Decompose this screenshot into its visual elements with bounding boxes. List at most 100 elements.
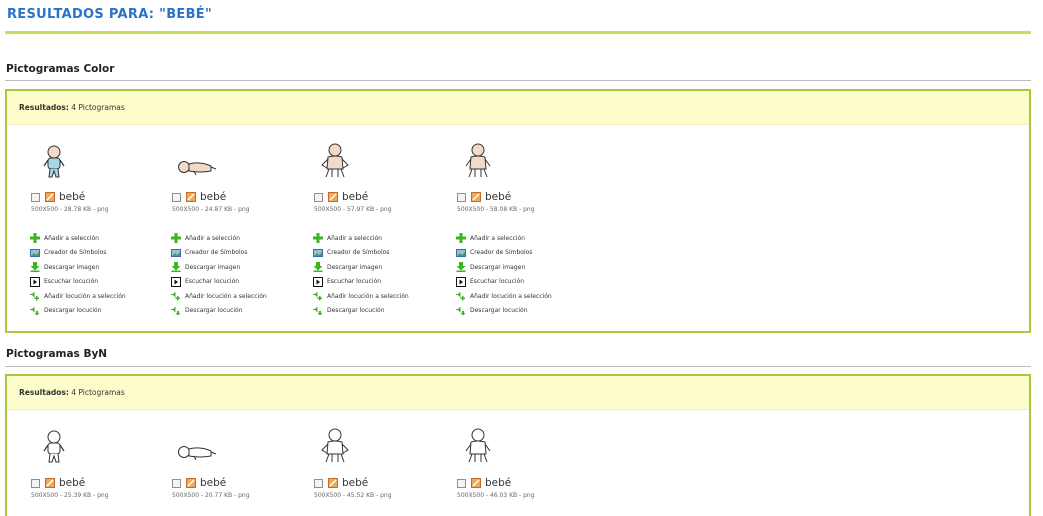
action-symbol-creator[interactable]: Creador de Símbolos	[30, 246, 126, 261]
pictogram-card: bebé 500X500 - 28.78 KB - png Añadir a s…	[30, 145, 171, 325]
section-divider	[5, 80, 1031, 81]
pictogram-meta: 500X500 - 25.39 KB - png	[31, 492, 109, 499]
baby-standing-bw-icon[interactable]	[39, 430, 69, 464]
item-name-row: bebé	[457, 191, 511, 203]
item-name-row: bebé	[457, 477, 511, 489]
edit-image-icon[interactable]	[45, 478, 55, 488]
action-download-audio[interactable]: Descargar locución	[30, 304, 126, 319]
action-listen-audio[interactable]: Escuchar locución	[456, 275, 552, 290]
select-checkbox[interactable]	[172, 192, 181, 202]
plus-green-icon	[30, 233, 40, 244]
speaker-plus-icon	[171, 291, 180, 301]
play-icon	[456, 276, 466, 287]
action-symbol-creator[interactable]: Creador de Símbolos	[456, 246, 552, 261]
results-label: Resultados:	[19, 388, 69, 397]
action-add-selection[interactable]: Añadir a selección	[30, 231, 126, 246]
action-listen-audio[interactable]: Escuchar locución	[171, 275, 267, 290]
image-editor-icon	[313, 248, 323, 257]
speaker-plus-icon	[30, 291, 39, 301]
play-icon	[171, 276, 181, 287]
action-listen-audio[interactable]: Escuchar locución	[30, 275, 126, 290]
select-checkbox[interactable]	[31, 478, 40, 488]
edit-image-icon[interactable]	[471, 478, 481, 488]
item-name-row: bebé	[172, 191, 226, 203]
edit-image-icon[interactable]	[186, 478, 196, 488]
action-add-audio-selection[interactable]: Añadir locución a selección	[171, 289, 267, 304]
actions-list: Añadir a selección Creador de Símbolos D…	[313, 231, 409, 318]
action-add-selection[interactable]: Añadir a selección	[456, 231, 552, 246]
edit-image-icon[interactable]	[471, 192, 481, 202]
play-icon	[313, 276, 323, 287]
action-download-image[interactable]: Descargar imagen	[171, 260, 267, 275]
action-download-audio[interactable]: Descargar locución	[171, 304, 267, 319]
pictogram-meta: 500X500 - 58.08 KB - png	[457, 206, 535, 213]
select-checkbox[interactable]	[457, 192, 466, 202]
plus-green-icon	[171, 233, 181, 244]
download-arrow-icon	[456, 262, 466, 273]
action-add-audio-selection[interactable]: Añadir locución a selección	[313, 289, 409, 304]
select-checkbox[interactable]	[314, 192, 323, 202]
action-listen-audio[interactable]: Escuchar locución	[313, 275, 409, 290]
baby-sitting-color-icon[interactable]	[461, 143, 495, 179]
pictogram-card: bebé 500X500 - 45.52 KB - png	[314, 428, 454, 510]
section-divider	[5, 366, 1031, 367]
edit-image-icon[interactable]	[328, 192, 338, 202]
pictogram-name[interactable]: bebé	[342, 191, 368, 203]
edit-image-icon[interactable]	[186, 192, 196, 202]
action-add-audio-selection[interactable]: Añadir locución a selección	[30, 289, 126, 304]
section-title-color: Pictogramas Color	[6, 63, 115, 75]
baby-lying-color-icon[interactable]	[174, 145, 218, 179]
speaker-download-icon	[456, 306, 466, 316]
action-download-image[interactable]: Descargar imagen	[456, 260, 552, 275]
results-bar: Resultados: 4 Pictogramas	[7, 91, 1029, 125]
plus-green-icon	[313, 233, 323, 244]
action-add-selection[interactable]: Añadir a selección	[171, 231, 267, 246]
action-symbol-creator[interactable]: Creador de Símbolos	[171, 246, 267, 261]
play-icon	[30, 276, 40, 287]
pictogram-name[interactable]: bebé	[485, 477, 511, 489]
pictogram-name[interactable]: bebé	[200, 191, 226, 203]
select-checkbox[interactable]	[314, 478, 323, 488]
item-name-row: bebé	[172, 477, 226, 489]
image-editor-icon	[171, 248, 181, 257]
baby-lying-bw-icon[interactable]	[174, 430, 218, 464]
edit-image-icon[interactable]	[45, 192, 55, 202]
item-name-row: bebé	[314, 191, 368, 203]
title-divider	[5, 31, 1031, 34]
action-download-audio[interactable]: Descargar locución	[456, 304, 552, 319]
pictogram-name[interactable]: bebé	[485, 191, 511, 203]
pictogram-meta: 500X500 - 20.77 KB - png	[172, 492, 250, 499]
pictogram-name[interactable]: bebé	[59, 191, 85, 203]
page-title: RESULTADOS PARA: "BEBÉ"	[7, 7, 213, 22]
action-add-selection[interactable]: Añadir a selección	[313, 231, 409, 246]
action-symbol-creator[interactable]: Creador de Símbolos	[313, 246, 409, 261]
plus-green-icon	[456, 233, 466, 244]
action-download-image[interactable]: Descargar imagen	[313, 260, 409, 275]
pictogram-card: bebé 500X500 - 20.77 KB - png	[172, 430, 312, 510]
pictogram-name[interactable]: bebé	[342, 477, 368, 489]
download-arrow-icon	[30, 262, 40, 273]
results-box-color: Resultados: 4 Pictogramas bebé 500X500 -…	[5, 89, 1031, 333]
results-box-byn: Resultados: 4 Pictogramas bebé 500X500 -…	[5, 374, 1031, 516]
baby-standing-color-icon[interactable]	[39, 145, 69, 179]
baby-sitting-bw-icon[interactable]	[318, 428, 352, 464]
select-checkbox[interactable]	[31, 192, 40, 202]
pictogram-card: bebé 500X500 - 24.87 KB - png Añadir a s…	[171, 145, 312, 325]
edit-image-icon[interactable]	[328, 478, 338, 488]
speaker-download-icon	[171, 306, 181, 316]
pictogram-meta: 500X500 - 45.52 KB - png	[314, 492, 392, 499]
action-add-audio-selection[interactable]: Añadir locución a selección	[456, 289, 552, 304]
select-checkbox[interactable]	[172, 478, 181, 488]
pictogram-meta: 500X500 - 28.78 KB - png	[31, 206, 109, 213]
actions-list: Añadir a selección Creador de Símbolos D…	[30, 231, 126, 318]
results-bar: Resultados: 4 Pictogramas	[7, 376, 1029, 410]
pictogram-meta: 500X500 - 24.87 KB - png	[172, 206, 250, 213]
action-download-image[interactable]: Descargar imagen	[30, 260, 126, 275]
pictogram-name[interactable]: bebé	[200, 477, 226, 489]
pictogram-card: bebé 500X500 - 25.39 KB - png	[31, 430, 171, 510]
pictogram-name[interactable]: bebé	[59, 477, 85, 489]
baby-sitting-bw-icon[interactable]	[461, 428, 495, 464]
baby-sitting-color-icon[interactable]	[318, 143, 352, 179]
action-download-audio[interactable]: Descargar locución	[313, 304, 409, 319]
select-checkbox[interactable]	[457, 478, 466, 488]
